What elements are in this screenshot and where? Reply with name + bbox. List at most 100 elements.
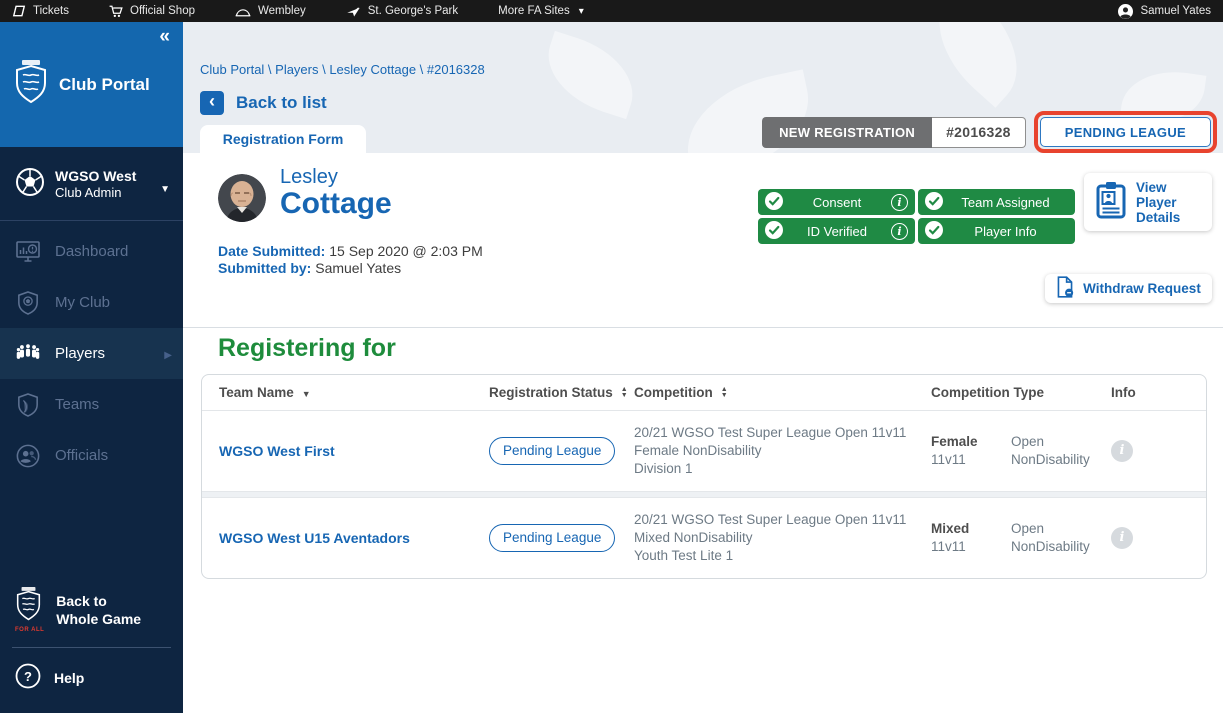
topbar-link-label: Wembley bbox=[258, 5, 306, 17]
status-badge-id-verified: ID Verified bbox=[758, 218, 915, 244]
user-avatar-icon bbox=[1118, 3, 1134, 19]
for-all-caption: FOR ALL bbox=[15, 627, 45, 633]
topbar-link-official-shop[interactable]: Official Shop bbox=[109, 5, 195, 18]
competition-category-cell: Open NonDisability bbox=[994, 520, 1094, 556]
info-cell bbox=[1094, 440, 1206, 462]
column-header-label: Competition bbox=[634, 385, 713, 400]
collapse-sidebar-icon[interactable] bbox=[159, 26, 170, 48]
tab-registration-form[interactable]: Registration Form bbox=[200, 125, 366, 153]
status-badge-label: Team Assigned bbox=[961, 194, 1050, 210]
sidebar-item-my-club[interactable]: My Club bbox=[0, 277, 183, 328]
club-role: Club Admin bbox=[55, 185, 122, 200]
format-value: 11v11 bbox=[931, 452, 966, 467]
disability-value: NonDisability bbox=[1011, 539, 1090, 554]
competition-name: 20/21 WGSO Test Super League Open 11v11 … bbox=[634, 425, 907, 458]
status-badge-label: ID Verified bbox=[807, 223, 867, 239]
back-to-list-button[interactable]: Back to list bbox=[200, 91, 327, 115]
topbar-link-label: Tickets bbox=[33, 5, 69, 17]
plane-icon bbox=[346, 5, 361, 18]
shield-ball-icon bbox=[14, 290, 42, 315]
status-pill: Pending League bbox=[489, 437, 616, 465]
player-avatar bbox=[218, 174, 266, 222]
registration-id-badge: #2016328 bbox=[932, 116, 1026, 148]
competition-category-cell: Open NonDisability bbox=[994, 433, 1094, 469]
sidebar-item-players[interactable]: Players bbox=[0, 328, 183, 379]
withdraw-request-label: Withdraw Request bbox=[1083, 281, 1201, 296]
app-title: Club Portal bbox=[59, 74, 150, 94]
status-badge-label: Player Info bbox=[974, 223, 1037, 239]
sidebar-item-dashboard[interactable]: Dashboard bbox=[0, 226, 183, 277]
breadcrumb[interactable]: Club Portal \ Players \ Lesley Cottage \… bbox=[200, 62, 485, 77]
registration-header-badges: NEW REGISTRATION #2016328 PENDING LEAGUE bbox=[762, 111, 1217, 153]
category-value: Open bbox=[1011, 521, 1045, 536]
column-header-label: Registration Status bbox=[489, 385, 613, 400]
sidebar-item-label: Officials bbox=[55, 447, 109, 464]
help-icon: ? bbox=[15, 663, 41, 692]
date-submitted-label: Date Submitted: bbox=[218, 243, 326, 259]
player-first-name: Lesley bbox=[280, 166, 338, 188]
check-circle-icon bbox=[765, 191, 783, 213]
info-icon[interactable] bbox=[1111, 527, 1133, 549]
withdraw-request-button[interactable]: Withdraw Request bbox=[1045, 274, 1212, 303]
team-name-link[interactable]: WGSO West First bbox=[202, 442, 472, 460]
registration-type-badge: NEW REGISTRATION bbox=[762, 116, 933, 148]
status-badge-player-info: Player Info bbox=[918, 218, 1075, 244]
view-player-details-button[interactable]: View Player Details bbox=[1084, 173, 1212, 231]
submission-meta: Date Submitted: 15 Sep 2020 @ 2:03 PM Su… bbox=[218, 243, 483, 277]
competition-division: Division 1 bbox=[634, 461, 693, 476]
column-header-competition-type: Competition Type bbox=[914, 385, 1094, 400]
status-badge-team-assigned: Team Assigned bbox=[918, 189, 1075, 215]
sidebar: Club Portal WGSO West Club Admin Dashboa… bbox=[0, 22, 183, 713]
topbar: Tickets Official Shop Wembley St. George… bbox=[0, 0, 1223, 22]
competition-division: Youth Test Lite 1 bbox=[634, 548, 734, 563]
team-name-link[interactable]: WGSO West U15 Aventadors bbox=[202, 529, 472, 547]
topbar-link-wembley[interactable]: Wembley bbox=[235, 5, 306, 17]
svg-text:?: ? bbox=[24, 669, 32, 684]
status-badges: Consent Team Assigned ID Verified Player… bbox=[758, 189, 1075, 244]
dashboard-icon bbox=[14, 241, 42, 262]
pending-league-status-button[interactable]: PENDING LEAGUE bbox=[1039, 117, 1211, 147]
category-value: Open bbox=[1011, 434, 1045, 449]
gender-value: Female bbox=[931, 434, 978, 449]
column-header-label: Info bbox=[1111, 385, 1136, 400]
table-header-row: Team Name Registration Status Competitio… bbox=[202, 375, 1206, 411]
topbar-link-tickets[interactable]: Tickets bbox=[12, 5, 69, 17]
sidebar-item-teams[interactable]: Teams bbox=[0, 379, 183, 430]
check-circle-icon bbox=[925, 191, 943, 213]
topbar-user-menu[interactable]: Samuel Yates bbox=[1118, 3, 1211, 19]
info-icon[interactable] bbox=[1111, 440, 1133, 462]
sidebar-item-label: Dashboard bbox=[55, 243, 129, 260]
column-header-info: Info bbox=[1094, 385, 1206, 400]
players-group-icon bbox=[14, 343, 42, 365]
competition-name: 20/21 WGSO Test Super League Open 11v11 … bbox=[634, 512, 907, 545]
chevron-right-icon bbox=[164, 345, 172, 362]
player-last-name: Cottage bbox=[280, 187, 392, 220]
topbar-link-label: More FA Sites bbox=[498, 5, 570, 17]
sidebar-item-officials[interactable]: Officials bbox=[0, 430, 183, 481]
sidebar-footer: FOR ALL Back to Whole Game ? Help bbox=[0, 577, 183, 713]
column-header-competition[interactable]: Competition bbox=[617, 385, 914, 400]
competition-cell: 20/21 WGSO Test Super League Open 11v11 … bbox=[617, 511, 914, 565]
sidebar-item-label: Teams bbox=[55, 396, 100, 413]
sidebar-item-label: Players bbox=[55, 345, 106, 362]
topbar-link-more-fa-sites[interactable]: More FA Sites bbox=[498, 5, 584, 17]
sort-descending-icon bbox=[302, 385, 311, 400]
info-icon[interactable] bbox=[891, 222, 908, 240]
help-link[interactable]: ? Help bbox=[0, 648, 183, 707]
column-header-registration-status[interactable]: Registration Status bbox=[472, 385, 617, 400]
club-switcher[interactable]: WGSO West Club Admin bbox=[0, 147, 183, 221]
id-card-icon bbox=[1096, 180, 1126, 225]
back-to-whole-game-link[interactable]: FOR ALL Back to Whole Game bbox=[0, 577, 183, 647]
topbar-link-st-georges-park[interactable]: St. George's Park bbox=[346, 5, 458, 18]
arch-icon bbox=[235, 6, 251, 17]
registering-for-table: Team Name Registration Status Competitio… bbox=[201, 374, 1207, 579]
disability-value: NonDisability bbox=[1011, 452, 1090, 467]
sidebar-brand-header: Club Portal bbox=[0, 22, 183, 147]
competition-cell: 20/21 WGSO Test Super League Open 11v11 … bbox=[617, 424, 914, 478]
info-icon[interactable] bbox=[891, 193, 908, 211]
date-submitted-value: 15 Sep 2020 @ 2:03 PM bbox=[329, 243, 483, 259]
chevron-down-icon bbox=[577, 5, 584, 17]
chevron-down-icon bbox=[160, 179, 170, 197]
check-circle-icon bbox=[765, 220, 783, 242]
column-header-team-name[interactable]: Team Name bbox=[202, 385, 472, 400]
